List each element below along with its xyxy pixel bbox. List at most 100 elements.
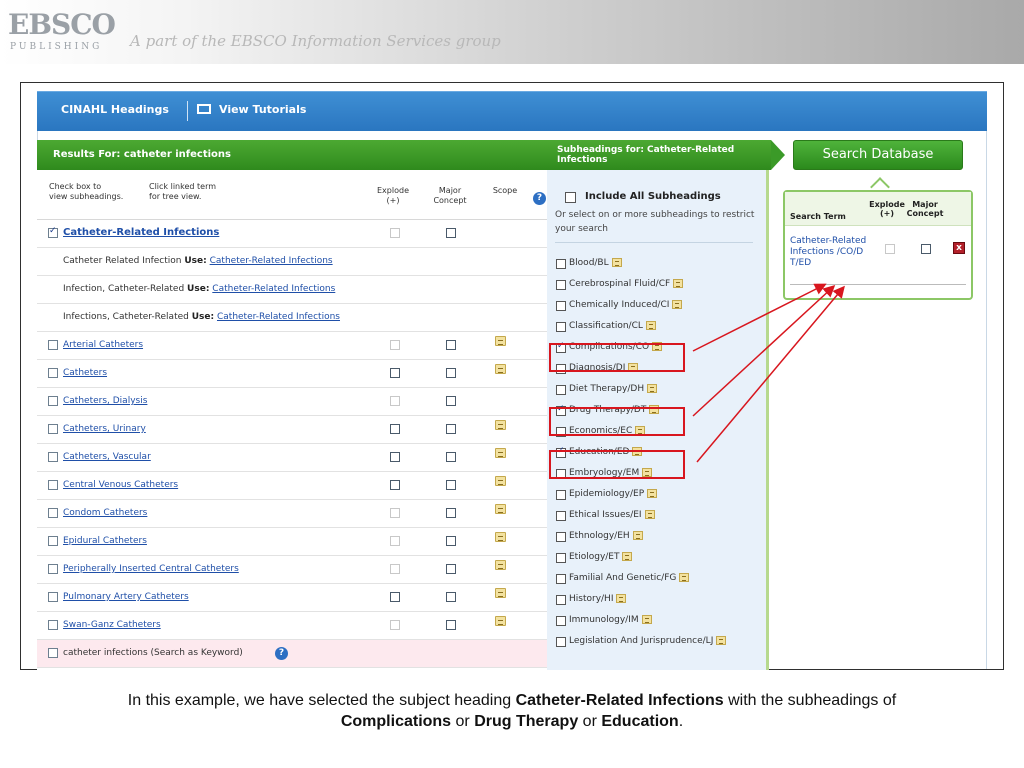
term-checkbox[interactable] bbox=[48, 368, 58, 378]
subheading-checkbox[interactable] bbox=[556, 322, 566, 332]
term-link[interactable]: Arterial Catheters bbox=[63, 340, 143, 350]
subheadings-title: Subheadings for: Catheter-Related Infect… bbox=[557, 145, 735, 165]
scope-note-icon[interactable] bbox=[679, 573, 690, 582]
term-checkbox[interactable] bbox=[48, 508, 58, 518]
explode-column-header: Explode (+) bbox=[377, 186, 409, 205]
see-reference-link[interactable]: Catheter-Related Infections bbox=[217, 312, 340, 322]
scope-note-icon[interactable] bbox=[645, 321, 656, 330]
scope-note-icon[interactable] bbox=[632, 531, 643, 540]
results-column-header: Check box to view subheadings. Click lin… bbox=[37, 170, 547, 220]
main-term-link[interactable]: Catheter-Related Infections bbox=[63, 227, 219, 238]
term-link[interactable]: Swan-Ganz Catheters bbox=[63, 620, 161, 630]
scope-note-icon[interactable] bbox=[495, 588, 506, 598]
subheading-checkbox[interactable] bbox=[556, 511, 566, 521]
scope-note-icon[interactable] bbox=[673, 279, 684, 288]
subheadings-instruction: Or select on or more subheadings to rest… bbox=[555, 210, 755, 234]
caption-subheading: Complications bbox=[340, 713, 452, 730]
scope-note-icon[interactable] bbox=[716, 636, 727, 645]
scope-note-icon[interactable] bbox=[495, 364, 506, 374]
scope-note-icon[interactable] bbox=[495, 476, 506, 486]
term-link[interactable]: Catheters, Vascular bbox=[63, 452, 151, 462]
term-link[interactable]: Central Venous Catheters bbox=[63, 480, 178, 490]
major-concept-checkbox[interactable] bbox=[446, 396, 456, 406]
scope-note-icon[interactable] bbox=[644, 510, 655, 519]
scope-note-icon[interactable] bbox=[495, 532, 506, 542]
major-concept-checkbox[interactable] bbox=[446, 424, 456, 434]
major-concept-checkbox[interactable] bbox=[446, 340, 456, 350]
major-concept-checkbox[interactable] bbox=[446, 536, 456, 546]
major-concept-checkbox[interactable] bbox=[446, 228, 456, 238]
term-checkbox[interactable] bbox=[48, 340, 58, 350]
scope-note-icon[interactable] bbox=[495, 420, 506, 430]
see-reference-link[interactable]: Catheter-Related Infections bbox=[210, 256, 333, 266]
explode-checkbox[interactable] bbox=[390, 424, 400, 434]
term-checkbox[interactable] bbox=[48, 424, 58, 434]
major-concept-checkbox[interactable] bbox=[446, 508, 456, 518]
selected-term-link[interactable]: Catheter-Related Infections /CO/D T/ED bbox=[790, 236, 882, 269]
explode-checkbox[interactable] bbox=[390, 592, 400, 602]
subheading-checkbox[interactable] bbox=[556, 490, 566, 500]
term-checkbox[interactable] bbox=[48, 592, 58, 602]
scope-note-icon[interactable] bbox=[616, 594, 627, 603]
explode-checkbox[interactable] bbox=[390, 452, 400, 462]
scope-note-icon[interactable] bbox=[622, 552, 633, 561]
explode-checkbox bbox=[390, 508, 400, 518]
selected-major-checkbox[interactable] bbox=[921, 244, 931, 254]
subheading-checkbox[interactable] bbox=[556, 301, 566, 311]
subheading-checkbox[interactable] bbox=[556, 280, 566, 290]
major-concept-checkbox[interactable] bbox=[446, 592, 456, 602]
term-link[interactable]: Catheters bbox=[63, 368, 107, 378]
term-link[interactable]: Peripherally Inserted Central Catheters bbox=[63, 564, 239, 574]
term-link[interactable]: Epidural Catheters bbox=[63, 536, 147, 546]
term-checkbox[interactable] bbox=[48, 564, 58, 574]
scope-note-icon[interactable] bbox=[647, 489, 658, 498]
app-content: Results For: catheter infections Check b… bbox=[20, 82, 1004, 670]
scope-note-icon[interactable] bbox=[495, 560, 506, 570]
term-checkbox[interactable] bbox=[48, 536, 58, 546]
term-link[interactable]: Catheters, Urinary bbox=[63, 424, 146, 434]
subheading-checkbox[interactable] bbox=[556, 532, 566, 542]
term-link[interactable]: Catheters, Dialysis bbox=[63, 396, 147, 406]
remove-term-icon[interactable]: x bbox=[953, 242, 965, 254]
see-reference-text: Infection, Catheter-Related Use: Cathete… bbox=[63, 284, 335, 294]
subheading-checkbox[interactable] bbox=[556, 385, 566, 395]
scope-note-icon[interactable] bbox=[495, 336, 506, 346]
term-link[interactable]: Pulmonary Artery Catheters bbox=[63, 592, 189, 602]
selected-explode-checkbox[interactable] bbox=[885, 244, 895, 254]
term-checkbox[interactable] bbox=[48, 480, 58, 490]
subheading-checkbox[interactable] bbox=[556, 259, 566, 269]
explode-checkbox[interactable] bbox=[390, 480, 400, 490]
keyword-checkbox[interactable] bbox=[48, 648, 58, 658]
major-concept-checkbox[interactable] bbox=[446, 620, 456, 630]
subheading-checkbox[interactable] bbox=[556, 553, 566, 563]
subheading-checkbox[interactable] bbox=[556, 595, 566, 605]
major-concept-checkbox[interactable] bbox=[446, 480, 456, 490]
term-link[interactable]: Condom Catheters bbox=[63, 508, 147, 518]
help-icon[interactable]: ? bbox=[275, 647, 288, 660]
subheading-checkbox[interactable] bbox=[556, 616, 566, 626]
scope-note-icon[interactable] bbox=[495, 616, 506, 626]
major-concept-checkbox[interactable] bbox=[446, 368, 456, 378]
major-concept-checkbox[interactable] bbox=[446, 564, 456, 574]
main-term-checkbox[interactable] bbox=[48, 226, 58, 238]
drug-therapy-highlight bbox=[549, 407, 685, 436]
search-database-button[interactable]: Search Database bbox=[793, 140, 963, 170]
include-all-checkbox[interactable] bbox=[565, 192, 576, 203]
subheading-checkbox[interactable] bbox=[556, 637, 566, 647]
scope-note-icon[interactable] bbox=[647, 384, 658, 393]
term-checkbox[interactable] bbox=[48, 620, 58, 630]
term-checkbox[interactable] bbox=[48, 452, 58, 462]
scope-note-icon[interactable] bbox=[495, 504, 506, 514]
explode-checkbox[interactable] bbox=[390, 228, 400, 238]
major-concept-checkbox[interactable] bbox=[446, 452, 456, 462]
term-checkbox[interactable] bbox=[48, 396, 58, 406]
see-reference-link[interactable]: Catheter-Related Infections bbox=[212, 284, 335, 294]
scope-note-icon[interactable] bbox=[495, 448, 506, 458]
subheading-text: History/HI bbox=[569, 594, 614, 604]
explode-checkbox[interactable] bbox=[390, 368, 400, 378]
scope-note-icon[interactable] bbox=[611, 258, 622, 267]
scope-note-icon[interactable] bbox=[641, 615, 652, 624]
help-icon[interactable]: ? bbox=[533, 192, 546, 205]
subheading-checkbox[interactable] bbox=[556, 574, 566, 584]
scope-note-icon[interactable] bbox=[672, 300, 683, 309]
